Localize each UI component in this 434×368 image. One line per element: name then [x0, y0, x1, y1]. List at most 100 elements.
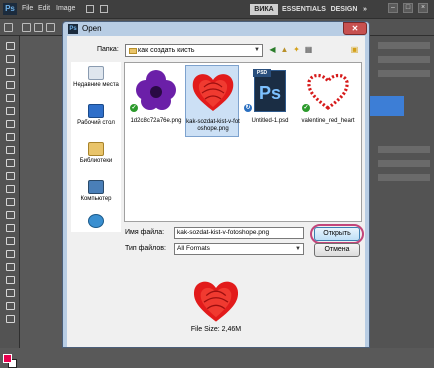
clone-tool-icon[interactable]	[4, 144, 15, 154]
places-bar: Недавние места Рабочий стол Библиотеки К…	[71, 62, 121, 232]
foreground-color-swatch[interactable]	[3, 354, 12, 363]
file-list: ✓ 1d2c8c72a76e.png kak-sozdat-kist-v-fot…	[124, 62, 362, 222]
file-name: kak-sozdat-kist-v-fotoshope.png	[186, 119, 240, 132]
marquee-tool-icon[interactable]	[4, 53, 15, 63]
workspace-vika[interactable]: ВИКА	[250, 4, 278, 15]
zoom-tool-icon[interactable]	[4, 313, 15, 323]
panel-row	[378, 56, 430, 63]
menu-file[interactable]: File	[22, 0, 33, 18]
minimize-icon[interactable]: –	[388, 3, 398, 13]
place-label: Рабочий стол	[77, 120, 115, 126]
blur-tool-icon[interactable]	[4, 196, 15, 206]
selected-layer[interactable]	[370, 96, 404, 116]
place-recent[interactable]: Недавние места	[71, 64, 121, 100]
place-computer[interactable]: Компьютер	[71, 178, 121, 214]
dodge-tool-icon[interactable]	[4, 209, 15, 219]
eyedropper-tool-icon[interactable]	[4, 105, 15, 115]
eraser-tool-icon[interactable]	[4, 170, 15, 180]
right-panels	[370, 36, 434, 348]
new-selection-icon[interactable]	[22, 23, 31, 32]
shape-tool-icon[interactable]	[4, 261, 15, 271]
computer-icon	[88, 180, 104, 194]
maximize-icon[interactable]: □	[403, 3, 413, 13]
dialog-body: Папка: как создать кисть ▼ ◀ ▲ ✦ ▦ ▣ Нед…	[67, 36, 365, 347]
close-app-icon[interactable]: ×	[418, 3, 428, 13]
panel-row	[378, 160, 430, 167]
lasso-tool-icon[interactable]	[4, 66, 15, 76]
preview-image	[193, 281, 239, 322]
recent-places-icon	[88, 66, 104, 80]
synced-check-icon: ✓	[302, 104, 310, 112]
subtract-selection-icon[interactable]	[46, 23, 55, 32]
tool-preset-icon[interactable]	[4, 23, 13, 32]
place-network[interactable]	[71, 212, 121, 248]
folder-label: Папка:	[97, 46, 119, 53]
type-tool-icon[interactable]	[4, 235, 15, 245]
add-selection-icon[interactable]	[34, 23, 43, 32]
dialog-titlebar[interactable]: Ps Open ✕	[63, 22, 369, 36]
file-name: valentine_red_heart	[301, 118, 355, 124]
psd-letters: Ps	[259, 83, 282, 103]
gradient-tool-icon[interactable]	[4, 183, 15, 193]
menu-edit[interactable]: Edit	[38, 0, 50, 18]
dotted-heart-thumbnail	[307, 73, 349, 111]
file-item[interactable]: PSD Ps ↻ Untitled-1.psd	[243, 65, 297, 137]
workspace-design[interactable]: DESIGN	[330, 4, 358, 15]
path-select-tool-icon[interactable]	[4, 248, 15, 258]
dialog-title: Open	[82, 24, 102, 33]
3d-camera-tool-icon[interactable]	[4, 287, 15, 297]
place-label: Недавние места	[73, 82, 119, 88]
file-item[interactable]: ✓ valentine_red_heart	[301, 65, 355, 137]
hand-tool-icon[interactable]	[4, 300, 15, 310]
history-brush-tool-icon[interactable]	[4, 157, 15, 167]
filename-field[interactable]: kak-sozdat-kist-v-fotoshope.png	[174, 227, 304, 239]
rose-heart-thumbnail	[192, 74, 234, 111]
photoshop-logo: Ps	[3, 3, 17, 15]
open-dialog: Ps Open ✕ Папка: как создать кисть ▼ ◀ ▲…	[62, 21, 370, 348]
tools-panel	[0, 36, 20, 368]
view-menu-icon[interactable]: ▦	[303, 44, 314, 55]
libraries-icon	[88, 142, 104, 156]
file-name: 1d2c8c72a76e.png	[130, 118, 182, 124]
healing-tool-icon[interactable]	[4, 118, 15, 128]
chevron-down-icon: ▼	[295, 246, 301, 252]
brush-tool-icon[interactable]	[4, 131, 15, 141]
crop-tool-icon[interactable]	[4, 92, 15, 102]
quick-select-tool-icon[interactable]	[4, 79, 15, 89]
workspace-essentials[interactable]: ESSENTIALS	[282, 4, 326, 15]
menu-image[interactable]: Image	[56, 0, 75, 18]
up-folder-icon[interactable]: ▲	[279, 44, 290, 55]
purple-flower-thumbnail	[136, 70, 176, 110]
folder-icon	[129, 48, 137, 54]
back-icon[interactable]: ◀	[267, 44, 278, 55]
place-label: Библиотеки	[79, 158, 113, 164]
3d-rotate-tool-icon[interactable]	[4, 274, 15, 284]
bridge-icon[interactable]	[86, 5, 94, 13]
place-desktop[interactable]: Рабочий стол	[71, 102, 121, 138]
move-tool-icon[interactable]	[4, 40, 15, 50]
file-item[interactable]: ✓ 1d2c8c72a76e.png	[129, 65, 183, 137]
photoshop-icon: Ps	[68, 24, 78, 34]
minibridge-icon[interactable]	[100, 5, 108, 13]
cancel-button[interactable]: Отмена	[314, 243, 360, 257]
folder-value: как создать кисть	[138, 47, 195, 54]
file-size-label: File Size: 2,46M	[190, 326, 242, 333]
menu-bar: Ps File Edit Image ВИКА ESSENTIALS DESIG…	[0, 0, 434, 18]
synced-check-icon: ✓	[130, 104, 138, 112]
sync-icon: ↻	[244, 104, 252, 112]
filetype-label: Тип файлов:	[125, 245, 166, 252]
filetype-select[interactable]: All Formats ▼	[174, 243, 304, 255]
panel-row	[378, 70, 430, 77]
panel-row	[378, 174, 430, 181]
folder-action-icon[interactable]: ▣	[349, 44, 360, 55]
panel-row	[378, 42, 430, 49]
folder-select[interactable]: как создать кисть ▼	[125, 44, 263, 57]
place-libraries[interactable]: Библиотеки	[71, 140, 121, 176]
open-button[interactable]: Открыть	[314, 227, 360, 241]
file-item-selected[interactable]: kak-sozdat-kist-v-fotoshope.png	[185, 65, 240, 137]
psd-file-icon: PSD Ps	[253, 69, 286, 112]
pen-tool-icon[interactable]	[4, 222, 15, 232]
workspace-overflow[interactable]: »	[361, 4, 369, 15]
new-folder-icon[interactable]: ✦	[291, 44, 302, 55]
close-icon[interactable]: ✕	[343, 22, 367, 35]
